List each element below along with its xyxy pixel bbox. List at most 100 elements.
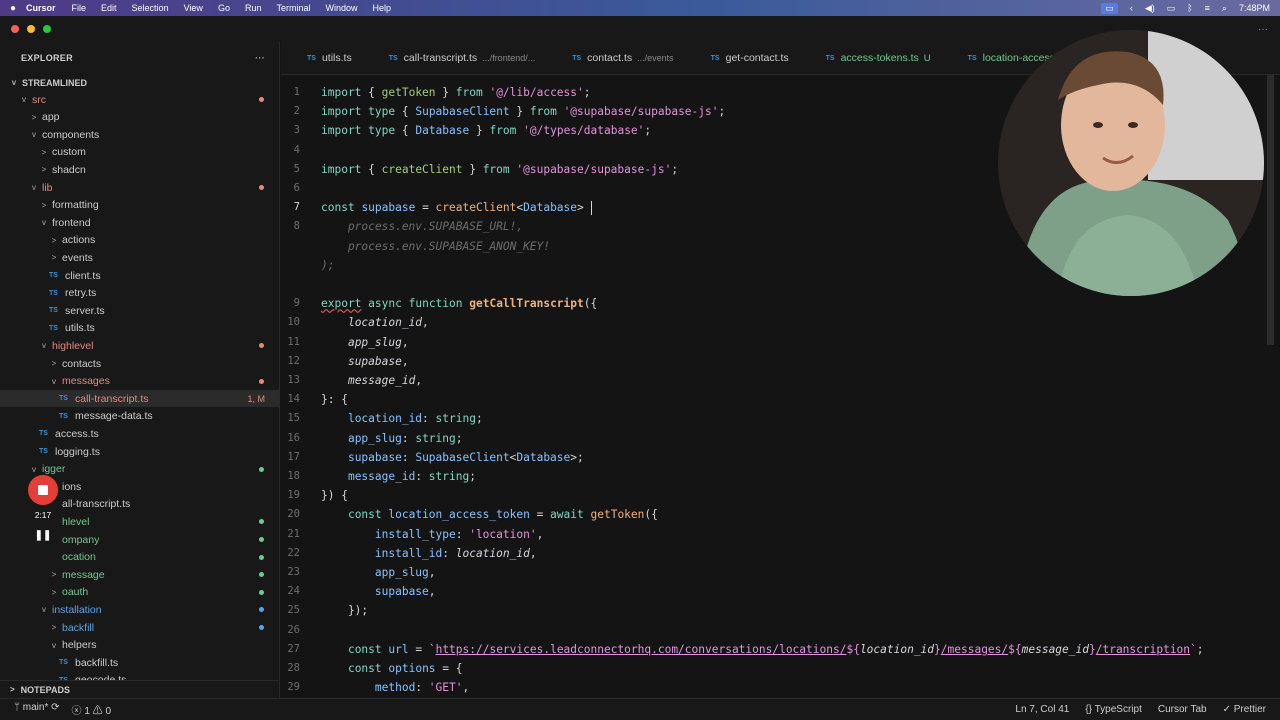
folder-item[interactable]: > custom [0, 144, 279, 161]
menu-window[interactable]: Window [325, 3, 357, 13]
typescript-icon: TS [710, 54, 720, 62]
apple-icon[interactable]: ● [0, 3, 26, 14]
code-line[interactable]: message_id, [321, 374, 422, 387]
tree-item-label: contacts [62, 357, 102, 370]
code-line[interactable]: method: 'GET', [321, 681, 469, 694]
menu-run[interactable]: Run [245, 3, 262, 13]
folder-item[interactable]: v helpers [0, 637, 279, 654]
folder-item[interactable]: v src [0, 91, 279, 108]
editor-scrollbar[interactable] [1267, 75, 1274, 698]
menu-edit[interactable]: Edit [101, 3, 117, 13]
code-line[interactable]: }) { [321, 489, 348, 502]
code-line[interactable]: import type { Database } from '@/types/d… [321, 124, 651, 137]
file-item[interactable]: TS retry.ts [0, 285, 279, 302]
folder-item[interactable]: > formatting [0, 197, 279, 214]
menu-help[interactable]: Help [373, 3, 392, 13]
code-line[interactable]: install_id: location_id, [321, 547, 537, 560]
screen-record-icon[interactable]: ▭ [1101, 2, 1118, 14]
code-line[interactable]: const supabase = createClient<Database> [321, 201, 592, 216]
file-item[interactable]: TS access.ts [0, 425, 279, 442]
tab-get-contact-ts[interactable]: TS get-contact.ts [685, 42, 800, 74]
folder-item[interactable]: v frontend [0, 214, 279, 231]
code-line[interactable]: process.env.SUPABASE_URL!, [321, 220, 523, 233]
back-icon[interactable]: ‹ [1130, 3, 1133, 13]
menu-selection[interactable]: Selection [132, 3, 169, 13]
code-line[interactable]: const url = `https://services.leadconnec… [321, 643, 1204, 656]
folder-item[interactable]: > events [0, 249, 279, 266]
stop-recording-button[interactable] [28, 475, 58, 505]
folder-item[interactable]: > actions [0, 232, 279, 249]
code-line[interactable]: process.env.SUPABASE_ANON_KEY! [321, 240, 550, 253]
folder-item[interactable]: v highlevel [0, 337, 279, 354]
search-icon[interactable]: ⌕ [1222, 3, 1227, 14]
folder-item[interactable]: v messages [0, 373, 279, 390]
pause-recording-button[interactable]: ❚❚ [22, 530, 64, 541]
app-menu[interactable]: Cursor [26, 3, 56, 13]
problems-status[interactable]: ⓧ 1 ⚠ 0 [72, 702, 111, 717]
tab-access-tokens-ts[interactable]: TS access-tokens.ts U [800, 42, 942, 74]
menu-file[interactable]: File [72, 3, 87, 13]
tab-call-transcript-ts[interactable]: TS call-transcript.ts .../frontend/... [363, 42, 547, 74]
folder-item[interactable]: v lib [0, 179, 279, 196]
language-mode[interactable]: {} TypeScript [1085, 704, 1142, 715]
code-line[interactable]: app_slug, [321, 336, 409, 349]
minimize-window-button[interactable] [27, 25, 35, 33]
code-line[interactable]: location_id, [321, 316, 429, 329]
code-line[interactable]: }); [321, 604, 368, 617]
file-item[interactable]: TS backfill.ts [0, 654, 279, 671]
code-line[interactable]: ); [321, 259, 334, 272]
code-line[interactable]: const options = { [321, 662, 463, 675]
line-number: 10 [287, 316, 300, 329]
code-line[interactable]: app_slug, [321, 566, 436, 579]
folder-item[interactable]: > oauth [0, 584, 279, 601]
folder-item[interactable]: > shadcn [0, 161, 279, 178]
folder-item[interactable]: v components [0, 126, 279, 143]
code-line[interactable]: const location_access_token = await getT… [321, 508, 658, 521]
code-line[interactable]: install_type: 'location', [321, 528, 543, 541]
code-line[interactable]: }: { [321, 393, 348, 406]
battery-icon[interactable]: ▭ [1167, 3, 1176, 14]
file-item[interactable]: TS call-transcript.ts 1, M [0, 390, 279, 408]
folder-item[interactable]: > backfill [0, 619, 279, 636]
code-line[interactable]: supabase, [321, 585, 436, 598]
menu-go[interactable]: Go [218, 3, 230, 13]
folder-item[interactable]: > message [0, 566, 279, 583]
code-line[interactable]: import { getToken } from '@/lib/access'; [321, 86, 591, 99]
file-item[interactable]: TS message-data.ts [0, 408, 279, 425]
clock[interactable]: 7:48PM [1239, 3, 1270, 13]
code-line[interactable]: location_id: string; [321, 412, 483, 425]
menu-view[interactable]: View [184, 3, 203, 13]
branch-status[interactable]: ᛘ main* ⟳ [14, 702, 60, 717]
file-item[interactable]: TS client.ts [0, 267, 279, 284]
control-center-icon[interactable]: ≡ [1205, 3, 1210, 13]
close-window-button[interactable] [11, 25, 19, 33]
code-line[interactable]: supabase, [321, 355, 409, 368]
explorer-more-icon[interactable]: ··· [255, 53, 265, 63]
more-icon[interactable]: ··· [1258, 24, 1268, 35]
tab-utils-ts[interactable]: TS utils.ts [281, 42, 363, 74]
code-line[interactable]: message_id: string; [321, 470, 476, 483]
typescript-icon: TS [307, 54, 316, 62]
file-item[interactable]: TS utils.ts [0, 320, 279, 337]
formatter-status[interactable]: ✓ Prettier [1223, 704, 1266, 715]
file-item[interactable]: TS server.ts [0, 302, 279, 319]
zoom-window-button[interactable] [43, 25, 51, 33]
volume-icon[interactable]: ◀) [1145, 3, 1155, 14]
code-line[interactable]: supabase: SupabaseClient<Database>; [321, 451, 584, 464]
file-item[interactable]: TS logging.ts [0, 443, 279, 460]
bluetooth-icon[interactable]: ᛒ [1187, 3, 1192, 13]
cursor-tab-status[interactable]: Cursor Tab [1158, 704, 1207, 715]
tab-contact-ts[interactable]: TS contact.ts .../events [546, 42, 684, 74]
menu-terminal[interactable]: Terminal [276, 3, 310, 13]
cursor-position[interactable]: Ln 7, Col 41 [1015, 704, 1069, 715]
folder-item[interactable]: > app [0, 109, 279, 126]
code-line[interactable]: app_slug: string; [321, 432, 463, 445]
code-line[interactable]: export async function getCallTranscript(… [321, 297, 597, 310]
notepads-section[interactable]: > NOTEPADS [0, 680, 279, 698]
folder-item[interactable]: v installation [0, 601, 279, 618]
code-line[interactable]: import type { SupabaseClient } from '@su… [321, 105, 725, 118]
workspace-root[interactable]: v STREAMLINED [0, 74, 279, 91]
webcam-overlay [998, 30, 1264, 296]
folder-item[interactable]: > contacts [0, 355, 279, 372]
code-line[interactable]: import { createClient } from '@supabase/… [321, 163, 678, 176]
